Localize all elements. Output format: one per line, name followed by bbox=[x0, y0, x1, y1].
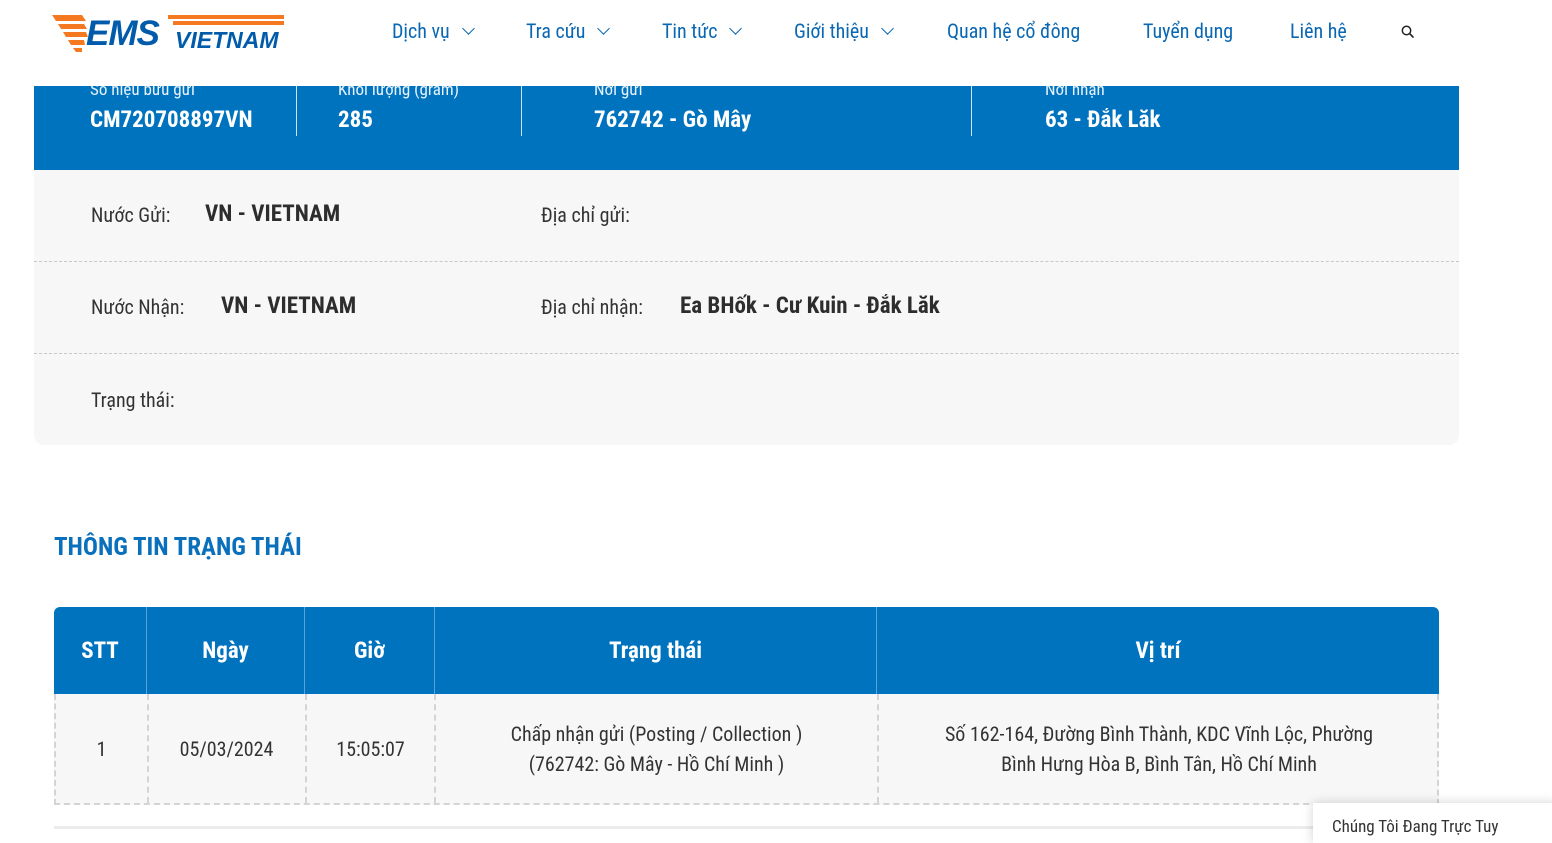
weight-block: Khối lượng (gram) 285 bbox=[338, 80, 459, 134]
column-header-stt: STT bbox=[81, 637, 119, 664]
nav-item-about[interactable]: Giới thiệu bbox=[794, 18, 894, 44]
column-header-status: Trạng thái bbox=[608, 637, 703, 664]
divider bbox=[971, 86, 972, 136]
cell-location: Số 162-164, Đường Bình Thành, KDC Vĩnh L… bbox=[879, 694, 1439, 803]
nav-item-tracking[interactable]: Tra cứu bbox=[526, 18, 611, 44]
main-nav: Dịch vụ Tra cứu Tin tức Giới thiệu Quan … bbox=[0, 18, 1552, 44]
shipment-detail-card: Nước Gửi: VN - VIETNAM Địa chỉ gửi: Nước… bbox=[34, 170, 1459, 445]
origin-block: Nơi gửi 762742 - Gò Mây bbox=[594, 80, 751, 134]
receiver-country-value: VN - VIETNAM bbox=[221, 292, 357, 319]
chevron-down-icon bbox=[597, 22, 611, 35]
nav-item-label: Tin tức bbox=[662, 19, 718, 43]
cell-status-line: Chấp nhận gửi (Posting / Collection ) bbox=[510, 721, 803, 746]
nav-item-investor-relations[interactable]: Quan hệ cổ đông bbox=[947, 18, 1080, 44]
weight-value: 285 bbox=[338, 106, 373, 133]
status-label: Trạng thái: bbox=[91, 388, 175, 412]
nav-item-label: Tuyển dụng bbox=[1143, 19, 1234, 43]
search-button[interactable] bbox=[1400, 24, 1416, 40]
chevron-down-icon bbox=[461, 22, 475, 35]
live-chat-label: Chúng Tôi Đang Trực Tuy bbox=[1332, 817, 1499, 837]
divider bbox=[296, 86, 297, 136]
nav-item-label: Liên hệ bbox=[1290, 19, 1347, 43]
table-row: 1 05/03/2024 15:05:07 Chấp nhận gửi (Pos… bbox=[54, 694, 1439, 805]
column-header-location: Vị trí bbox=[1135, 637, 1181, 664]
sender-country-label: Nước Gửi: bbox=[91, 203, 171, 227]
nav-item-services[interactable]: Dịch vụ bbox=[392, 18, 475, 44]
tracking-number-value: CM720708897VN bbox=[90, 106, 253, 133]
cell-time: 15:05:07 bbox=[336, 736, 405, 761]
nav-item-label: Dịch vụ bbox=[392, 19, 450, 43]
column-header-date: Ngày bbox=[202, 637, 249, 664]
sender-address-label: Địa chỉ gửi: bbox=[541, 203, 630, 227]
sender-country-value: VN - VIETNAM bbox=[205, 200, 341, 227]
table-header: STT Ngày Giờ Trạng thái Vị trí bbox=[54, 607, 1439, 694]
cell-date: 05/03/2024 bbox=[179, 736, 274, 761]
chevron-down-icon bbox=[729, 22, 743, 35]
tracking-number-block: Số hiệu bưu gửi CM720708897VN bbox=[90, 80, 253, 134]
status-table: STT Ngày Giờ Trạng thái Vị trí 1 05/03/2… bbox=[54, 607, 1439, 805]
cell-location-line: Số 162-164, Đường Bình Thành, KDC Vĩnh L… bbox=[944, 721, 1374, 746]
chevron-down-icon bbox=[881, 22, 894, 35]
receiver-address-value: Ea BHốk - Cư Kuin - Đắk Lăk bbox=[680, 292, 940, 319]
cell-location-line: Bình Hưng Hòa B, Bình Tân, Hồ Chí Minh bbox=[1001, 751, 1317, 776]
receiver-country-label: Nước Nhận: bbox=[91, 295, 185, 319]
cell-stt: 1 bbox=[96, 736, 107, 761]
nav-item-label: Quan hệ cổ đông bbox=[947, 19, 1081, 43]
destination-block: Nơi nhận 63 - Đắk Lăk bbox=[1045, 80, 1160, 134]
column-header-time: Giờ bbox=[353, 637, 386, 664]
nav-item-label: Giới thiệu bbox=[794, 19, 869, 43]
status-section-title: THÔNG TIN TRẠNG THÁI bbox=[54, 533, 302, 562]
receiver-address-label: Địa chỉ nhận: bbox=[541, 295, 643, 319]
search-icon bbox=[1401, 25, 1414, 38]
nav-item-contact[interactable]: Liên hệ bbox=[1290, 18, 1347, 44]
nav-item-careers[interactable]: Tuyển dụng bbox=[1143, 18, 1233, 44]
nav-item-news[interactable]: Tin tức bbox=[662, 18, 743, 44]
sender-row: Nước Gửi: VN - VIETNAM Địa chỉ gửi: bbox=[34, 170, 1459, 262]
live-chat-widget[interactable]: Chúng Tôi Đang Trực Tuy bbox=[1313, 803, 1552, 843]
nav-item-label: Tra cứu bbox=[526, 19, 586, 43]
destination-value: 63 - Đắk Lăk bbox=[1045, 106, 1161, 133]
origin-value: 762742 - Gò Mây bbox=[594, 106, 752, 133]
cell-status-line: (762742: Gò Mây - Hồ Chí Minh ) bbox=[528, 751, 785, 776]
receiver-row: Nước Nhận: VN - VIETNAM Địa chỉ nhận: Ea… bbox=[34, 262, 1459, 354]
divider bbox=[521, 86, 522, 136]
cell-status: Chấp nhận gửi (Posting / Collection ) (7… bbox=[436, 694, 877, 803]
status-row: Trạng thái: bbox=[34, 354, 1459, 446]
site-header: EMS VIETNAM Dịch vụ Tra cứu Tin tức Giới… bbox=[0, 0, 1552, 86]
